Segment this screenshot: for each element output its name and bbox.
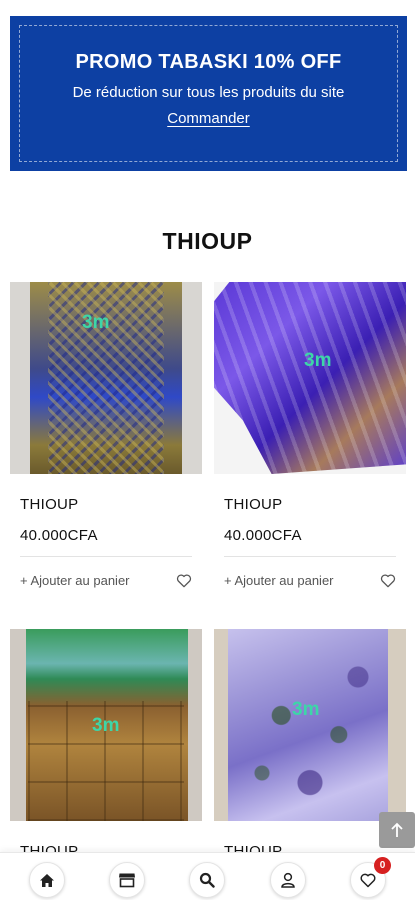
nav-wishlist-button[interactable]: 0	[350, 857, 391, 898]
product-image[interactable]: 3m	[10, 282, 202, 474]
store-icon	[119, 873, 135, 888]
product-image[interactable]: 3m	[214, 629, 406, 821]
search-icon	[199, 872, 215, 888]
nav-search-button[interactable]	[189, 862, 225, 898]
card-divider	[224, 556, 396, 557]
product-card[interactable]: 3m THIOUP 40.000CFA + Ajouter au panier	[214, 282, 406, 588]
heart-outline-icon[interactable]	[380, 574, 396, 588]
product-price: 40.000CFA	[224, 527, 302, 544]
product-card[interactable]: 3m THIOUP 40.000CFA + Ajouter au panier	[10, 282, 202, 588]
product-image[interactable]: 3m	[214, 282, 406, 474]
product-price: 40.000CFA	[20, 527, 98, 544]
promo-banner: PROMO TABASKI 10% OFF De réduction sur t…	[10, 16, 407, 171]
bottom-navigation: 0	[0, 852, 415, 900]
arrow-up-icon	[391, 822, 403, 837]
product-card[interactable]: 3m THIOUP	[214, 629, 406, 860]
nav-account-button[interactable]	[270, 862, 306, 898]
heart-icon	[360, 873, 376, 887]
wishlist-count-badge: 0	[374, 857, 391, 874]
promo-order-link[interactable]: Commander	[167, 110, 250, 127]
product-image-tag: 3m	[82, 312, 110, 333]
add-to-cart-button[interactable]: + Ajouter au panier	[20, 573, 130, 588]
product-name[interactable]: THIOUP	[214, 496, 406, 513]
add-to-cart-button[interactable]: + Ajouter au panier	[224, 573, 334, 588]
promo-frame: PROMO TABASKI 10% OFF De réduction sur t…	[19, 25, 398, 162]
nav-store-button[interactable]	[109, 862, 145, 898]
section-title: THIOUP	[162, 228, 253, 254]
home-icon	[40, 873, 54, 887]
product-image-tag: 3m	[292, 699, 320, 720]
product-card[interactable]: 3m THIOUP	[10, 629, 202, 860]
promo-title: PROMO TABASKI 10% OFF	[75, 51, 342, 73]
product-image-tag: 3m	[304, 350, 332, 371]
card-divider	[20, 556, 192, 557]
product-name[interactable]: THIOUP	[10, 496, 202, 513]
scroll-top-button[interactable]	[379, 812, 415, 848]
user-icon	[281, 872, 295, 888]
product-image-tag: 3m	[92, 715, 120, 736]
product-image[interactable]: 3m	[10, 629, 202, 821]
promo-subtitle: De réduction sur tous les produits du si…	[72, 84, 345, 101]
nav-home-button[interactable]	[29, 862, 65, 898]
heart-outline-icon[interactable]	[176, 574, 192, 588]
